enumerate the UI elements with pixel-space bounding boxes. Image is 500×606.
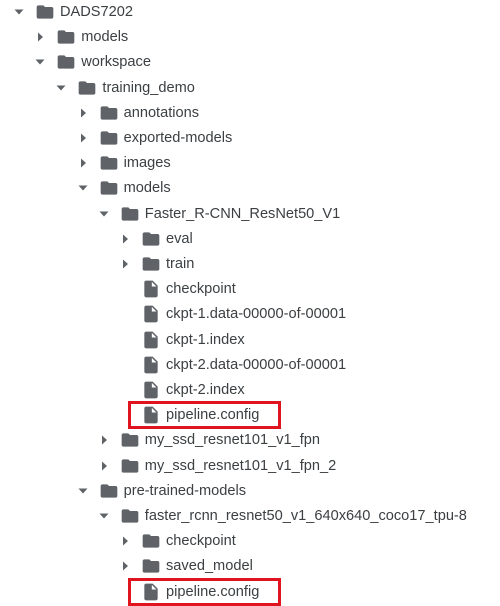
folder-icon [120,204,140,224]
tree-folder-row[interactable]: pre-trained-models [0,479,500,504]
folder-icon [77,78,97,98]
caret-down-icon[interactable] [96,508,112,524]
tree-item-label: annotations [123,104,200,121]
caret-right-icon[interactable] [75,130,91,146]
tree-item-label: checkpoint [166,533,236,550]
tree-folder-row[interactable]: my_ssd_resnet101_v1_fpn_2 [0,454,500,479]
file-icon [141,355,161,375]
tree-item-label: train [166,256,195,272]
tree-item-label: Faster_R-CNN_ResNet50_V1 [144,205,341,222]
tree-folder-row[interactable]: annotations [0,101,500,126]
caret-right-icon[interactable] [96,458,112,474]
folder-icon [99,178,119,198]
tree-folder-row[interactable]: training_demo [0,76,500,101]
tree-folder-row[interactable]: checkpoint [0,529,500,554]
caret-right-icon[interactable] [75,155,91,171]
tree-folder-row[interactable]: models [0,25,500,50]
tree-item-label: images [123,155,171,172]
tree-item-label: ckpt-2.index [166,382,245,398]
tree-item-label: exported-models [123,130,233,146]
caret-down-icon[interactable] [75,180,91,196]
folder-icon [141,531,161,551]
folder-icon [99,481,119,501]
tree-item-label: faster_rcnn_resnet50_v1_640x640_coco17_t… [144,508,467,524]
tree-folder-row[interactable]: eval [0,227,500,252]
tree-item-label: pipeline.config [166,583,260,600]
caret-down-icon[interactable] [75,483,91,499]
caret-right-icon[interactable] [75,105,91,121]
folder-icon [120,430,140,450]
tree-folder-row[interactable]: images [0,151,500,176]
tree-item-label: my_ssd_resnet101_v1_fpn [144,432,321,449]
tree-folder-row[interactable]: DADS7202 [0,0,500,25]
tree-folder-row[interactable]: workspace [0,50,500,75]
file-icon [141,330,161,350]
tree-item-label: models [123,180,171,197]
caret-down-icon[interactable] [96,206,112,222]
tree-item-label: models [81,29,129,46]
tree-item-label: ckpt-1.index [166,331,245,348]
tree-item-label: pre-trained-models [123,482,247,499]
folder-icon [120,456,140,476]
tree-folder-row[interactable]: my_ssd_resnet101_v1_fpn [0,428,500,453]
tree-file-row[interactable]: ckpt-2.data-00000-of-00001 [0,353,500,378]
tree-folder-row[interactable]: saved_model [0,554,500,579]
tree-item-label: pipeline.config [166,407,260,424]
tree-folder-row[interactable]: models [0,176,500,201]
tree-item-label: training_demo [102,79,195,96]
folder-icon [35,2,55,22]
folder-icon [56,52,76,72]
tree-folder-row[interactable]: Faster_R-CNN_ResNet50_V1 [0,202,500,227]
tree-item-label: my_ssd_resnet101_v1_fpn_2 [144,457,337,474]
file-icon [141,279,161,299]
folder-icon [99,128,119,148]
file-icon [141,405,161,425]
tree-folder-row[interactable]: faster_rcnn_resnet50_v1_640x640_coco17_t… [0,504,500,529]
tree-item-label: workspace [81,54,151,71]
tree-item-label: checkpoint [166,281,236,298]
caret-right-icon[interactable] [117,231,133,247]
caret-right-icon[interactable] [96,432,112,448]
tree-item-label: DADS7202 [60,4,134,20]
tree-file-row[interactable]: pipeline.config [0,580,500,605]
tree-file-row[interactable]: pipeline.config [0,403,500,428]
file-icon [141,380,161,400]
folder-icon [99,103,119,123]
tree-folder-row[interactable]: train [0,252,500,277]
file-icon [141,304,161,324]
caret-down-icon[interactable] [11,4,27,20]
tree-file-row[interactable]: ckpt-1.data-00000-of-00001 [0,302,500,327]
tree-file-row[interactable]: ckpt-1.index [0,328,500,353]
file-tree: DADS7202 models workspace training_demoanno… [0,0,500,606]
caret-down-icon[interactable] [32,54,48,70]
tree-item-label: saved_model [166,558,253,575]
caret-right-icon[interactable] [117,256,133,272]
caret-right-icon[interactable] [32,29,48,45]
folder-icon [99,153,119,173]
caret-right-icon[interactable] [117,558,133,574]
tree-file-row[interactable]: ckpt-2.index [0,378,500,403]
folder-icon [120,506,140,526]
tree-item-label: ckpt-2.data-00000-of-00001 [166,356,347,373]
file-icon [141,582,161,602]
tree-file-row[interactable]: checkpoint [0,277,500,302]
folder-icon [141,229,161,249]
tree-folder-row[interactable]: exported-models [0,126,500,151]
caret-right-icon[interactable] [117,533,133,549]
tree-item-label: eval [166,230,193,247]
tree-item-label: ckpt-1.data-00000-of-00001 [166,306,347,323]
folder-icon [141,254,161,274]
folder-icon [141,556,161,576]
caret-down-icon[interactable] [53,80,69,96]
folder-icon [56,27,76,47]
